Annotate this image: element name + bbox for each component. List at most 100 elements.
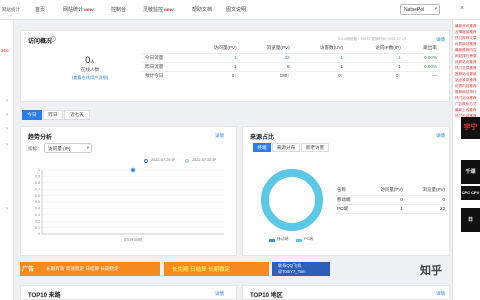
news-link[interactable]: 最新上线推荐: [455, 108, 479, 113]
ad-block[interactable]: 日: [461, 208, 480, 232]
nav-home[interactable]: 首页: [35, 6, 45, 13]
news-link[interactable]: 优秀站点推荐: [455, 60, 479, 65]
left-sidebar: 360 › › › › ›: [0, 20, 14, 300]
brand-label: 网站统计: [2, 7, 20, 12]
overview-help-link[interactable]: 详情: [436, 37, 445, 43]
trend-line-chart: 0 0.1 0.2 0.3 0.4 0.5 0.6 0.7 0.8 0.9 1 07/29 00时: [35, 167, 224, 242]
y-tick-label: 0.8: [35, 181, 40, 185]
legend-swatch: [269, 239, 275, 242]
table-cell[interactable]: 32: [239, 52, 293, 62]
column-header: 访客数(UV): [319, 45, 344, 51]
chevron-right-icon[interactable]: ›: [6, 206, 8, 212]
table-cell: 0.00%: [403, 61, 440, 71]
top10-sources-title: TOP10 来路: [28, 293, 61, 299]
news-link[interactable]: 热门站点推荐: [455, 96, 479, 101]
column-header: 访问量(PV): [213, 45, 237, 51]
nav-console[interactable]: 控制台: [111, 6, 126, 13]
table-cell: 22: [404, 204, 447, 214]
top-nav-bar: 网站统计 首页 网站统计NEW 控制台 灵敏监控NEW 帮助文档 图文说明 Na…: [0, 0, 480, 20]
nav-tutorial[interactable]: 图文说明: [226, 6, 246, 13]
news-link[interactable]: 优质网站推荐: [455, 42, 479, 47]
table-row: 移动端 0 0: [335, 195, 447, 205]
y-tick-label: 0.9: [35, 175, 40, 179]
tab-new-returning[interactable]: 新老访客: [301, 143, 329, 152]
nav-site-stats[interactable]: 网站统计NEW: [63, 6, 93, 13]
source-table: 名称 访问量(PV) 浏览量(PV) 移动端 0 0 PC端 1 22: [335, 186, 447, 214]
y-tick-label: 0.4: [35, 207, 40, 211]
tab-today[interactable]: 今日: [22, 110, 42, 120]
news-link[interactable]: 广告联系方式: [455, 102, 479, 107]
nav-help-docs[interactable]: 帮助文档: [192, 6, 212, 13]
news-link[interactable]: 推荐网站排行: [455, 90, 479, 95]
table-row: 预计今日 0↑ 180↑ 0↑ 0↑ —: [142, 70, 440, 80]
ad-block[interactable]: CPC CPV: [461, 186, 480, 200]
metric-select[interactable]: 访问量 (IP) ▾: [44, 143, 92, 153]
y-tick-label: 0.5: [35, 200, 40, 204]
news-link[interactable]: 站点收录推荐: [455, 78, 479, 83]
online-unit: 人: [90, 59, 95, 64]
table-cell: —: [403, 70, 440, 80]
table-cell[interactable]: 1: [186, 52, 240, 62]
table-cell: 0↑: [346, 70, 404, 80]
tab-terminal[interactable]: 终端: [253, 143, 271, 152]
info-icon[interactable]: ?: [50, 36, 56, 42]
chevron-down-icon: ▾: [434, 6, 437, 12]
news-link[interactable]: 网站排行榜单: [455, 54, 479, 59]
overview-table: 访问量(PV) 浏览量(PV) 访客数(UV) 访问IP数(IP) 跳出率 今日…: [142, 44, 440, 80]
y-tick-label: 0: [38, 232, 40, 236]
overview-title: 访问概况: [28, 39, 53, 45]
table-cell: 移动端: [335, 195, 363, 205]
tab-yesterday[interactable]: 昨日: [43, 110, 63, 120]
chevron-right-icon[interactable]: ›: [6, 112, 8, 118]
table-cell: 1: [346, 61, 404, 71]
news-link[interactable]: 热门文章推荐: [455, 66, 479, 71]
top10-sources-help-link[interactable]: 详情: [215, 291, 224, 297]
news-link[interactable]: 友情链接推荐: [455, 30, 479, 35]
news-link[interactable]: 最新资讯推荐: [455, 24, 479, 29]
ad-block[interactable]: 千颂: [461, 160, 480, 184]
tab-source-distribution[interactable]: 来源分布: [272, 143, 300, 152]
news-link[interactable]: 热门推荐文章: [455, 36, 479, 41]
column-header: 浏览量(PV): [266, 45, 290, 51]
chevron-down-icon: ▾: [86, 145, 89, 150]
column-header: [142, 44, 187, 53]
table-row: 今日流量 1 32 1 1 0.00%: [142, 52, 440, 62]
chevron-right-icon[interactable]: ›: [6, 142, 8, 148]
site-select-value: NatsePel: [404, 7, 425, 13]
legend-swatch: [296, 239, 302, 242]
data-point[interactable]: [131, 168, 135, 172]
row-label: 昨日流量: [142, 61, 187, 71]
column-header: 跳出率: [423, 45, 437, 51]
y-tick-label: 0.7: [35, 187, 40, 191]
ad-banner-left[interactable]: 广告 长期有效 高速稳定 日结算 长期稳定: [20, 262, 160, 276]
trend-title: 趋势分析: [28, 135, 53, 141]
top10-regions-help-link[interactable]: 详情: [436, 291, 445, 297]
row-label: 今日流量: [142, 52, 187, 62]
table-cell: 180↑: [239, 70, 293, 80]
online-users-block: 0人 在线人数 (查看在线用户详细): [60, 55, 120, 81]
new-badge: NEW: [84, 7, 94, 12]
table-cell: 0: [404, 195, 447, 205]
pie-slice[interactable]: [261, 169, 323, 231]
ad-banner-right[interactable]: 联系QQ飞机 @TomY7_Tom: [272, 262, 330, 276]
table-cell: 0↑: [292, 70, 347, 80]
tab-last-seven-days[interactable]: 近七天: [64, 110, 90, 120]
source-help-link[interactable]: 详情: [436, 133, 445, 139]
table-cell[interactable]: 1: [346, 52, 404, 62]
column-header: 访问量(PV): [362, 186, 405, 196]
ad-tag: 广告: [22, 267, 35, 273]
chevron-right-icon[interactable]: ›: [6, 126, 8, 132]
news-link[interactable]: 推荐站点更新: [455, 72, 479, 77]
news-link[interactable]: 最新推荐内容: [455, 48, 479, 53]
online-detail-link[interactable]: (查看在线用户详细): [60, 75, 120, 81]
ad-block[interactable]: 宇宁: [461, 117, 480, 139]
chevron-right-icon[interactable]: ›: [6, 98, 8, 104]
table-cell[interactable]: 1: [292, 52, 347, 62]
ad-banner-middle[interactable]: 长免期 日结算 长期稳定: [164, 262, 269, 276]
site-select[interactable]: NatsePel ▾: [400, 4, 440, 15]
trend-help-link[interactable]: 详情: [215, 133, 224, 139]
nav-monitor[interactable]: 灵敏监控NEW: [143, 6, 173, 13]
close-icon[interactable]: ×: [460, 5, 464, 12]
news-link[interactable]: 优质内容推荐: [455, 84, 479, 89]
column-header: 访问IP数(IP): [375, 45, 401, 51]
